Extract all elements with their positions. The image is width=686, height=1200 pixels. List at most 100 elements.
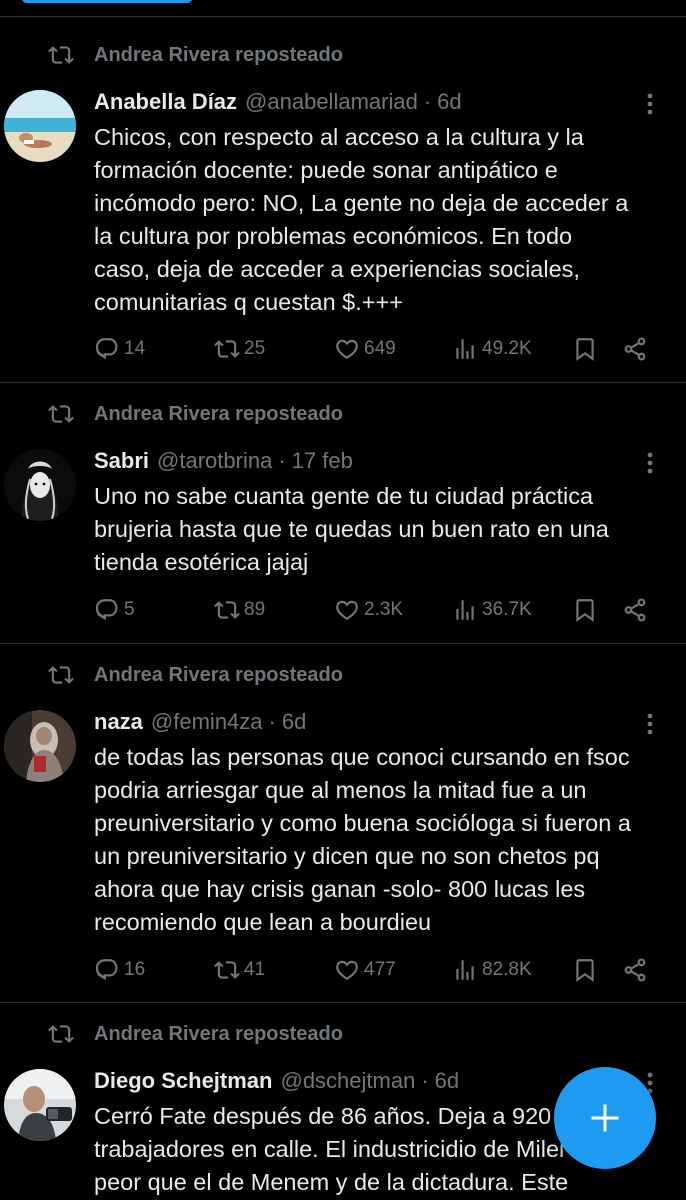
retweet-button[interactable]: 89: [214, 595, 265, 625]
retweet-count: 41: [244, 959, 266, 980]
retweet-button[interactable]: 41: [214, 955, 265, 985]
text-line: comunitarias q cuestan $.+++: [94, 289, 403, 315]
repost-label: Andrea Rivera reposteado: [48, 399, 343, 429]
more-button[interactable]: [636, 448, 664, 478]
repost-label-text: Andrea Rivera reposteado: [94, 1022, 343, 1045]
text-line: preuniversitario y como buena socióloga …: [94, 810, 631, 836]
views-icon: [456, 339, 474, 359]
reply-button[interactable]: 16: [94, 955, 145, 985]
more-icon: [647, 713, 653, 735]
views-button[interactable]: 82.8K: [452, 955, 532, 985]
author-handle[interactable]: @anabellamariad: [245, 89, 418, 115]
share-icon: [624, 337, 646, 361]
text-line: podria arriesgar que al menos la mitad f…: [94, 777, 587, 803]
action-bar: 5 89 2.3K 36.7K: [94, 595, 686, 625]
share-icon: [624, 598, 646, 622]
retweet-icon: [214, 340, 240, 358]
reply-icon: [95, 959, 118, 981]
post-text: Uno no sabe cuanta gente de tu ciudad pr…: [94, 480, 674, 579]
author-handle[interactable]: @tarotbrina: [157, 448, 272, 474]
more-button[interactable]: [636, 89, 664, 119]
like-count: 2.3K: [364, 599, 404, 620]
divider: [0, 382, 686, 383]
repost-label-text: Andrea Rivera reposteado: [94, 402, 343, 425]
author-handle[interactable]: @dschejtman: [280, 1068, 415, 1094]
repost-icon: [48, 1021, 74, 1047]
author-name[interactable]: Sabri: [94, 448, 149, 474]
reply-button[interactable]: 5: [94, 595, 135, 625]
avatar[interactable]: [4, 1069, 76, 1141]
timeline: Andrea Rivera reposteado Anabella Díaz @…: [0, 0, 686, 1200]
text-line: brujeria hasta que te quedas un buen rat…: [94, 516, 609, 542]
like-count: 649: [364, 338, 396, 359]
text-line: caso, deja de acceder a experiencias soc…: [94, 256, 580, 282]
views-button[interactable]: 49.2K: [452, 334, 532, 364]
share-button[interactable]: [622, 595, 648, 625]
retweet-icon: [214, 601, 240, 619]
post-time[interactable]: 6d: [437, 89, 461, 115]
compose-button[interactable]: [554, 1067, 656, 1169]
bookmark-button[interactable]: [572, 334, 598, 364]
bookmark-icon: [576, 599, 594, 622]
share-button[interactable]: [622, 955, 648, 985]
post-header: naza @femin4za · 6d: [94, 707, 306, 737]
separator-dot: ·: [423, 89, 432, 114]
like-button[interactable]: 649: [334, 334, 396, 364]
more-button[interactable]: [636, 709, 664, 739]
like-button[interactable]: 477: [334, 955, 396, 985]
post-time[interactable]: 6d: [282, 709, 306, 735]
avatar[interactable]: [4, 90, 76, 162]
author-name[interactable]: naza: [94, 709, 143, 735]
reply-icon: [95, 338, 118, 360]
views-icon: [456, 600, 474, 620]
text-line: peor que el de Menem y de la dictadura. …: [94, 1169, 569, 1195]
repost-label: Andrea Rivera reposteado: [48, 40, 343, 70]
views-icon: [456, 960, 474, 980]
post-item[interactable]: Andrea Rivera reposteado Sabri @tarotbri…: [0, 399, 686, 644]
avatar[interactable]: [4, 449, 76, 521]
author-handle[interactable]: @femin4za: [151, 709, 263, 735]
share-button[interactable]: [622, 334, 648, 364]
text-line: Uno no sabe cuanta gente de tu ciudad pr…: [94, 483, 594, 509]
tab-indicator: [22, 0, 192, 3]
post-time[interactable]: 17 feb: [292, 448, 353, 474]
separator-dot: ·: [421, 1068, 429, 1093]
text-line: de todas las personas que conoci cursand…: [94, 744, 630, 770]
heart-icon: [336, 960, 358, 980]
reply-count: 5: [124, 599, 135, 620]
repost-icon: [48, 401, 74, 427]
avatar[interactable]: [4, 710, 76, 782]
bookmark-button[interactable]: [572, 595, 598, 625]
text-line: la cultura por problemas económicos. En …: [94, 223, 573, 249]
views-count: 82.8K: [482, 959, 532, 980]
bookmark-icon: [576, 338, 594, 361]
reply-button[interactable]: 14: [94, 334, 145, 364]
like-button[interactable]: 2.3K: [334, 595, 403, 625]
bookmark-button[interactable]: [572, 955, 598, 985]
author-name[interactable]: Anabella Díaz: [94, 89, 237, 115]
text-line: formación docente: puede sonar antipátic…: [94, 157, 558, 183]
views-count: 36.7K: [482, 599, 532, 620]
repost-label: Andrea Rivera reposteado: [48, 660, 343, 690]
post-header: Anabella Díaz @anabellamariad · 6d: [94, 87, 462, 117]
more-icon: [647, 93, 653, 115]
like-count: 477: [364, 959, 396, 980]
post-item[interactable]: Andrea Rivera reposteado Anabella Díaz @…: [0, 40, 686, 383]
author-name[interactable]: Diego Schejtman: [94, 1068, 272, 1094]
separator-dot: ·: [268, 709, 276, 734]
share-icon: [624, 958, 646, 982]
more-icon: [647, 452, 653, 474]
post-time[interactable]: 6d: [435, 1068, 459, 1094]
reply-count: 16: [124, 959, 146, 980]
views-button[interactable]: 36.7K: [452, 595, 532, 625]
repost-label-text: Andrea Rivera reposteado: [94, 663, 343, 686]
retweet-count: 89: [244, 599, 266, 620]
post-item[interactable]: Andrea Rivera reposteado naza @femin4za …: [0, 660, 686, 1003]
divider: [0, 643, 686, 644]
retweet-button[interactable]: 25: [214, 334, 265, 364]
repost-icon: [48, 662, 74, 688]
text-line: un preuniversitario y dicen que no son c…: [94, 843, 600, 869]
heart-icon: [336, 600, 358, 620]
heart-icon: [336, 339, 358, 359]
bookmark-icon: [576, 959, 594, 982]
